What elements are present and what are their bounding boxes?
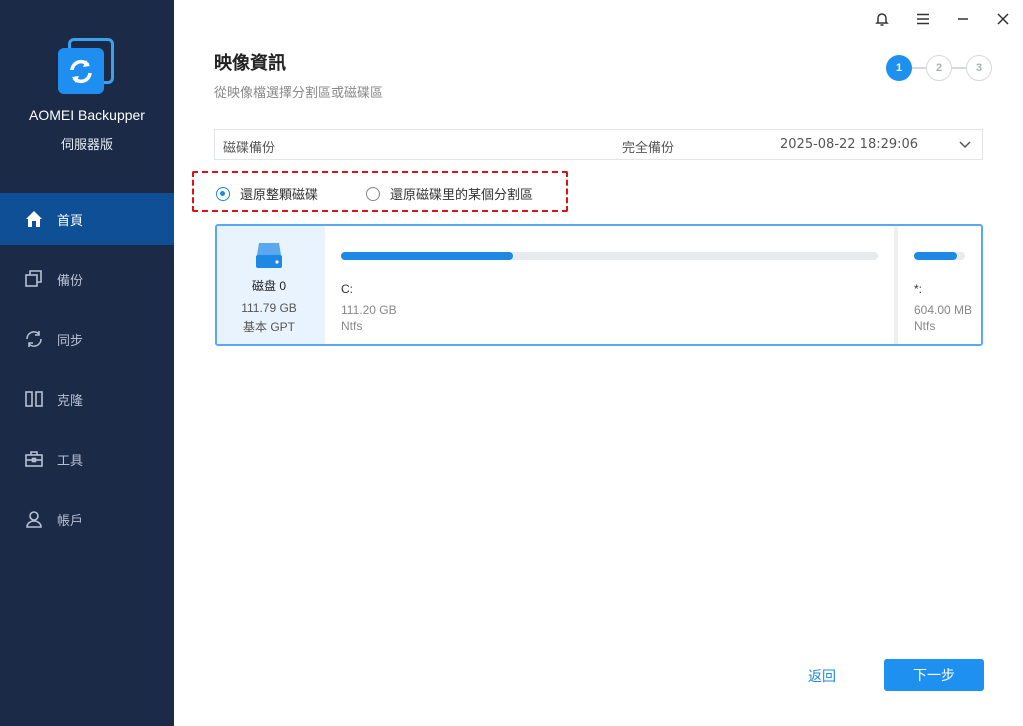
radio-unchecked-icon <box>366 186 380 201</box>
step-1: 1 <box>886 55 912 81</box>
back-button[interactable]: 返回 <box>808 666 836 686</box>
partition-filesystem: Ntfs <box>341 319 363 333</box>
sidebar-item-clone[interactable]: 克隆 <box>0 373 174 425</box>
menu-button[interactable] <box>912 8 934 30</box>
partition-block[interactable]: *: 604.00 MB Ntfs <box>898 226 981 344</box>
image-version-dropdown[interactable]: 磁碟備份 完全備份 2025-08-22 18:29:06 <box>214 129 983 160</box>
disk-type: 基本 GPT <box>242 320 295 334</box>
partition-size: 111.20 GB <box>341 303 397 317</box>
hard-disk-icon <box>256 243 282 268</box>
close-icon <box>997 13 1009 25</box>
sidebar-item-label: 克隆 <box>57 393 84 409</box>
backup-timestamp: 2025-08-22 18:29:06 <box>780 137 919 152</box>
page-title: 映像資訊 <box>214 53 286 74</box>
restore-whole-disk-radio[interactable]: 還原整顆磁碟 <box>216 184 318 203</box>
minimize-icon <box>958 18 968 20</box>
backup-type-label: 磁碟備份 <box>223 141 276 156</box>
sidebar-item-label: 首頁 <box>57 213 84 229</box>
sidebar-item-label: 帳戶 <box>57 513 84 529</box>
sidebar-item-backup[interactable]: 備份 <box>0 253 174 305</box>
app-edition: 伺服器版 <box>60 138 113 153</box>
backup-icon <box>24 269 44 289</box>
disk-name: 磁盘 0 <box>251 279 286 293</box>
app-logo <box>58 38 116 96</box>
clone-icon <box>24 389 44 409</box>
notification-button[interactable] <box>871 8 893 30</box>
partition-letter: *: <box>914 282 923 296</box>
sidebar-item-label: 備份 <box>57 273 84 289</box>
chevron-down-icon <box>959 141 971 149</box>
radio-label: 還原磁碟里的某個分割區 <box>390 188 534 203</box>
next-button[interactable]: 下一步 <box>884 659 984 691</box>
step-indicator: 1 2 3 <box>884 55 994 85</box>
sidebar-item-account[interactable]: 帳戶 <box>0 493 174 545</box>
step-2: 2 <box>926 55 952 81</box>
partition-letter: C: <box>341 282 353 296</box>
partition-filesystem: Ntfs <box>914 319 936 333</box>
menu-icon <box>917 13 929 25</box>
restore-partition-radio[interactable]: 還原磁碟里的某個分割區 <box>366 184 533 203</box>
toolbox-icon <box>24 449 44 469</box>
backup-mode-label: 完全備份 <box>622 141 675 156</box>
bell-icon <box>875 13 889 26</box>
sync-arrows-icon <box>70 59 92 84</box>
app-name: AOMEI Backupper <box>29 107 145 123</box>
sidebar-item-home[interactable]: 首頁 <box>0 193 174 245</box>
sidebar-item-tools[interactable]: 工具 <box>0 433 174 485</box>
partition-block[interactable]: C: 111.20 GB Ntfs <box>325 226 894 344</box>
user-icon <box>24 509 44 529</box>
minimize-button[interactable] <box>952 8 974 30</box>
step-3: 3 <box>966 55 992 81</box>
radio-label: 還原整顆磁碟 <box>240 188 319 203</box>
partition-usage-fill <box>341 252 513 260</box>
partition-usage-bar <box>914 252 965 260</box>
sidebar: AOMEI Backupper 伺服器版 首頁 備份 同步 克隆 工具 帳戶 <box>0 0 174 726</box>
sync-icon <box>24 329 44 349</box>
sidebar-item-sync[interactable]: 同步 <box>0 313 174 365</box>
partition-usage-fill <box>914 252 958 260</box>
sidebar-item-label: 同步 <box>57 333 84 349</box>
partition-usage-bar <box>341 252 878 260</box>
radio-checked-icon <box>216 186 230 201</box>
page-subtitle: 從映像檔選擇分割區或磁碟區 <box>214 86 384 101</box>
restore-option-group: 還原整顆磁碟 還原磁碟里的某個分割區 <box>192 171 568 212</box>
close-button[interactable] <box>992 8 1014 30</box>
partition-size: 604.00 MB <box>914 303 973 317</box>
sidebar-item-label: 工具 <box>57 453 84 469</box>
disk-info: 磁盘 0 111.79 GB 基本 GPT <box>217 226 325 344</box>
disk-map[interactable]: 磁盘 0 111.79 GB 基本 GPT C: 111.20 GB Ntfs … <box>215 224 983 346</box>
home-icon <box>24 209 44 229</box>
disk-size: 111.79 GB <box>241 301 297 315</box>
